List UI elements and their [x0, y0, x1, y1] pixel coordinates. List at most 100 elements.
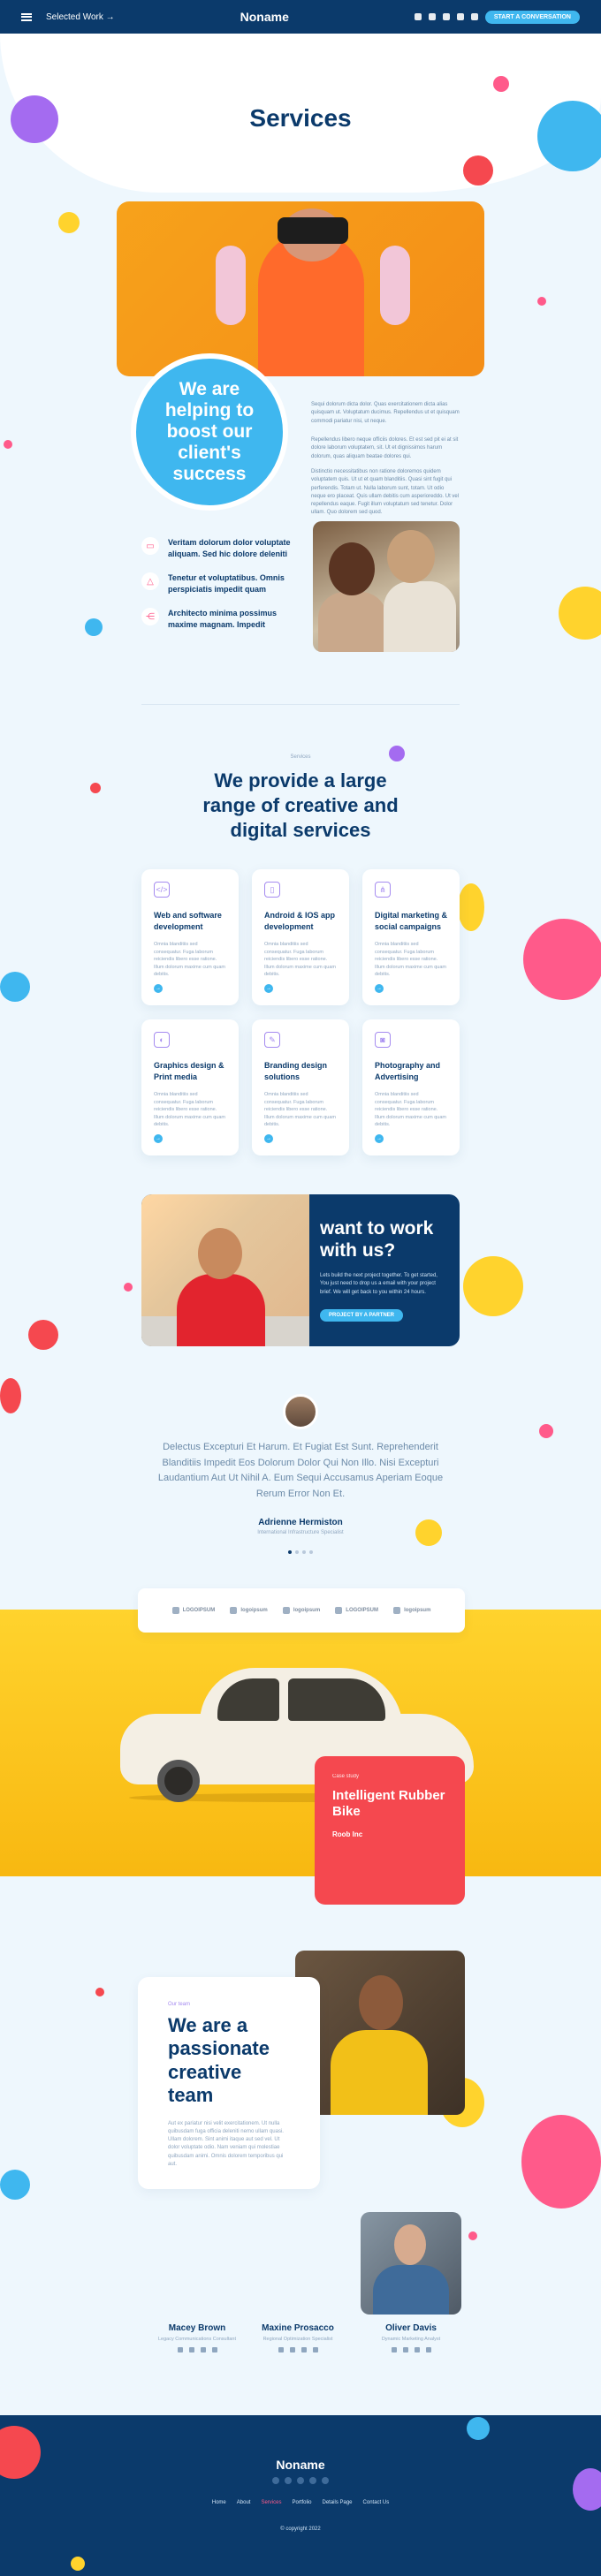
- arrow-right-icon[interactable]: →: [264, 1134, 273, 1143]
- cta-heading: want to work with us?: [320, 1218, 434, 1261]
- arrow-right-icon[interactable]: →: [154, 1134, 163, 1143]
- client-logo-text: logoipsum: [293, 1608, 321, 1613]
- cta-button[interactable]: PROJECT BY A PARTNER: [320, 1309, 404, 1322]
- mobile-icon: ▯: [264, 882, 280, 898]
- twitter-icon[interactable]: [289, 2347, 295, 2352]
- service-card[interactable]: ◐ Graphics design & Print media Omnia bl…: [141, 1019, 239, 1155]
- facebook-icon[interactable]: [278, 2347, 284, 2352]
- facebook-icon[interactable]: [391, 2347, 397, 2352]
- service-card[interactable]: ◙ Photography and Advertising Omnia blan…: [362, 1019, 460, 1155]
- team-member: Oliver Davis Dynamic Marketing Analyst: [354, 2323, 468, 2352]
- decor-circle: [537, 101, 601, 171]
- feature-text: Architecto minima possimus maxime magnam…: [168, 609, 278, 629]
- start-conversation-button[interactable]: START A CONVERSATION: [484, 10, 580, 24]
- instagram-icon[interactable]: [211, 2347, 217, 2352]
- linkedin-icon[interactable]: [414, 2347, 420, 2352]
- client-logos-strip: LOGOIPSUM logoipsum logoipsum LOGOIPSUM …: [138, 1588, 465, 1633]
- share-icon: ⋲: [141, 608, 159, 625]
- section-divider: [141, 704, 460, 705]
- twitter-icon[interactable]: [188, 2347, 194, 2352]
- decor-circle: [493, 76, 509, 92]
- site-logo[interactable]: Noname: [240, 10, 289, 24]
- service-card-title: Android & IOS app development: [264, 911, 335, 931]
- client-logo-text: LOGOIPSUM: [346, 1608, 378, 1613]
- pagination-dot[interactable]: [295, 1550, 299, 1554]
- client-logo: logoipsum: [230, 1607, 268, 1614]
- image-figure: [329, 542, 375, 595]
- footer-logo[interactable]: Noname: [0, 2458, 601, 2472]
- selected-work-menu[interactable]: Selected Work →: [46, 12, 115, 22]
- footer-link-home[interactable]: Home: [212, 2500, 226, 2505]
- header-right: START A CONVERSATION: [414, 10, 580, 24]
- image-figure: [216, 246, 246, 325]
- arrow-right-icon: →: [105, 11, 115, 22]
- decor-circle: [463, 155, 493, 186]
- instagram-icon[interactable]: [425, 2347, 431, 2352]
- decor-circle: [4, 440, 12, 449]
- member-role: Legacy Communications Consultant: [157, 2337, 237, 2342]
- decor-circle: [58, 212, 80, 233]
- decor-circle: [95, 1988, 104, 1996]
- member-role: Regional Optimization Specialist: [262, 2337, 333, 2342]
- pagination-dot[interactable]: [288, 1550, 292, 1554]
- arrow-right-icon[interactable]: →: [154, 984, 163, 993]
- linkedin-icon[interactable]: [300, 2347, 307, 2352]
- pagination-dot[interactable]: [309, 1550, 313, 1554]
- team-member: Maxine Prosacco Regional Optimization Sp…: [240, 2323, 355, 2352]
- linkedin-icon[interactable]: [442, 13, 450, 20]
- services-heading-line-1: We provide a large: [214, 769, 387, 792]
- hero-paragraph-3: Distinctio necessitatibus non ratione do…: [311, 469, 460, 516]
- arrow-right-icon[interactable]: →: [264, 984, 273, 993]
- footer-link-contact[interactable]: Contact Us: [363, 2500, 390, 2505]
- dribbble-icon[interactable]: [322, 2477, 329, 2484]
- member-name: Oliver Davis: [385, 2323, 437, 2333]
- team-kicker: Our team: [168, 2002, 191, 2007]
- service-card[interactable]: </> Web and software development Omnia b…: [141, 869, 239, 1005]
- youtube-icon[interactable]: [309, 2477, 316, 2484]
- service-card[interactable]: ▯ Android & IOS app development Omnia bl…: [252, 869, 349, 1005]
- feature-item: △ Tenetur et voluptatibus. Omnis perspic…: [141, 572, 300, 595]
- youtube-icon[interactable]: [456, 13, 464, 20]
- decor-circle: [0, 972, 30, 1002]
- footer-link-services[interactable]: Services: [261, 2500, 281, 2505]
- image-figure: [177, 1274, 265, 1346]
- linkedin-icon[interactable]: [200, 2347, 206, 2352]
- team-text: Aut ex pariatur nisi velit exercitatione…: [168, 2120, 284, 2168]
- hero-bubble-text: We are helping to boost our client's suc…: [131, 353, 288, 511]
- decor-circle: [521, 2115, 601, 2209]
- facebook-icon[interactable]: [414, 13, 422, 20]
- car-window: [288, 1678, 385, 1721]
- twitter-icon[interactable]: [285, 2477, 292, 2484]
- image-figure: [373, 2265, 449, 2315]
- twitter-icon[interactable]: [428, 13, 436, 20]
- decor-circle: [559, 587, 601, 640]
- case-study-card[interactable]: Case study Intelligent Rubber Bike Roob …: [315, 1756, 465, 1905]
- facebook-icon[interactable]: [272, 2477, 279, 2484]
- site-footer: Noname Home About Services Portfolio Det…: [0, 2415, 601, 2576]
- pagination-dot[interactable]: [302, 1550, 306, 1554]
- footer-navigation: Home About Services Portfolio Details Pa…: [0, 2500, 601, 2505]
- vr-headset: [278, 217, 348, 244]
- footer-link-portfolio[interactable]: Portfolio: [292, 2500, 311, 2505]
- arrow-right-icon[interactable]: →: [375, 1134, 384, 1143]
- image-figure: [380, 246, 410, 325]
- footer-link-details[interactable]: Details Page: [323, 2500, 353, 2505]
- facebook-icon[interactable]: [177, 2347, 183, 2352]
- dribbble-icon[interactable]: [470, 13, 478, 20]
- arrow-right-icon[interactable]: →: [375, 984, 384, 993]
- feature-item: ▭ Veritam dolorum dolor voluptate aliqua…: [141, 537, 300, 559]
- client-logo-text: logoipsum: [404, 1608, 431, 1613]
- hamburger-menu-icon[interactable]: [21, 12, 32, 21]
- team-member-photo: [361, 2212, 461, 2315]
- logo-mark-icon: [230, 1607, 238, 1614]
- services-heading-line-3: digital services: [230, 819, 371, 841]
- linkedin-icon[interactable]: [297, 2477, 304, 2484]
- services-heading-line-2: range of creative and: [202, 794, 399, 816]
- logo-mark-icon: [335, 1607, 343, 1614]
- service-card[interactable]: ⋔ Digital marketing & social campaigns O…: [362, 869, 460, 1005]
- feature-text: Tenetur et voluptatibus. Omnis perspicia…: [168, 573, 285, 594]
- service-card[interactable]: ✎ Branding design solutions Omnia blandi…: [252, 1019, 349, 1155]
- footer-link-about[interactable]: About: [237, 2500, 251, 2505]
- twitter-icon[interactable]: [402, 2347, 408, 2352]
- instagram-icon[interactable]: [312, 2347, 318, 2352]
